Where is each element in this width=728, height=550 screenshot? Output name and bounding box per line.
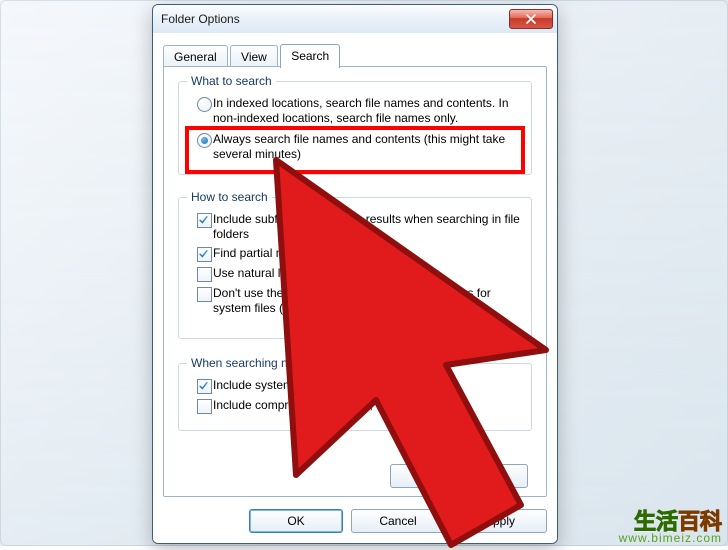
client-area: General View Search What to search In in…: [153, 33, 557, 543]
close-icon: [526, 14, 536, 24]
window-title: Folder Options: [161, 12, 509, 26]
ok-button[interactable]: OK: [249, 509, 343, 533]
radio-indexed-locations[interactable]: In indexed locations, search file names …: [197, 96, 521, 126]
close-button[interactable]: [509, 9, 553, 29]
button-label: Restore Defaults: [414, 469, 503, 483]
titlebar[interactable]: Folder Options: [153, 5, 557, 34]
restore-defaults-button[interactable]: Restore Defaults: [390, 464, 528, 488]
watermark-url: www.bimeiz.com: [619, 530, 722, 546]
chk-include-subfolders[interactable]: Include subfolders in search results whe…: [197, 212, 521, 242]
chk-include-system-dirs[interactable]: Include system directories: [197, 378, 521, 397]
checkbox-label: Include system directories: [213, 378, 521, 393]
checkbox-icon: [197, 213, 212, 228]
button-label: Cancel: [379, 514, 416, 528]
checkbox-icon: [197, 267, 212, 282]
button-label: OK: [287, 514, 304, 528]
chk-partial-matches[interactable]: Find partial matches: [197, 246, 521, 265]
cancel-button[interactable]: Cancel: [351, 509, 445, 533]
tab-view[interactable]: View: [230, 45, 278, 68]
checkbox-label: Use natural language search: [213, 266, 521, 281]
apply-button[interactable]: Apply: [453, 509, 547, 533]
radio-label: In indexed locations, search file names …: [213, 96, 521, 126]
watermark-text: 生活百科: [619, 514, 722, 530]
button-label: Apply: [485, 514, 515, 528]
checkbox-label: Find partial matches: [213, 246, 521, 261]
radio-icon: [197, 133, 212, 148]
tabpanel-search: What to search In indexed locations, sea…: [163, 66, 547, 497]
dialog-button-row: OK Cancel Apply: [249, 509, 547, 533]
radio-always-search-contents[interactable]: Always search file names and contents (t…: [197, 132, 521, 162]
checkbox-icon: [197, 379, 212, 394]
tab-general[interactable]: General: [163, 45, 228, 68]
chk-dont-use-index[interactable]: Don't use the index when searching in fi…: [197, 286, 521, 316]
checkbox-label: Include subfolders in search results whe…: [213, 212, 521, 242]
group-legend: How to search: [187, 190, 272, 204]
checkbox-icon: [197, 399, 212, 414]
group-legend: What to search: [187, 74, 276, 88]
group-what-to-search: What to search In indexed locations, sea…: [178, 81, 532, 175]
group-legend: When searching non-indexed locations: [187, 356, 402, 370]
tabstrip: General View Search: [163, 43, 547, 67]
checkbox-label: Don't use the index when searching in fi…: [213, 286, 521, 316]
chk-include-compressed[interactable]: Include compressed files (ZIP, CAB...): [197, 398, 521, 417]
checkbox-icon: [197, 287, 212, 302]
chk-natural-language[interactable]: Use natural language search: [197, 266, 521, 285]
group-non-indexed: When searching non-indexed locations Inc…: [178, 363, 532, 431]
tab-search[interactable]: Search: [280, 44, 340, 68]
checkbox-label: Include compressed files (ZIP, CAB...): [213, 398, 521, 413]
group-how-to-search: How to search Include subfolders in sear…: [178, 197, 532, 339]
radio-label: Always search file names and contents (t…: [213, 132, 521, 162]
watermark: 生活百科 www.bimeiz.com: [619, 514, 722, 546]
folder-options-dialog: Folder Options General View Search What …: [152, 4, 558, 544]
checkbox-icon: [197, 247, 212, 262]
radio-icon: [197, 97, 212, 112]
